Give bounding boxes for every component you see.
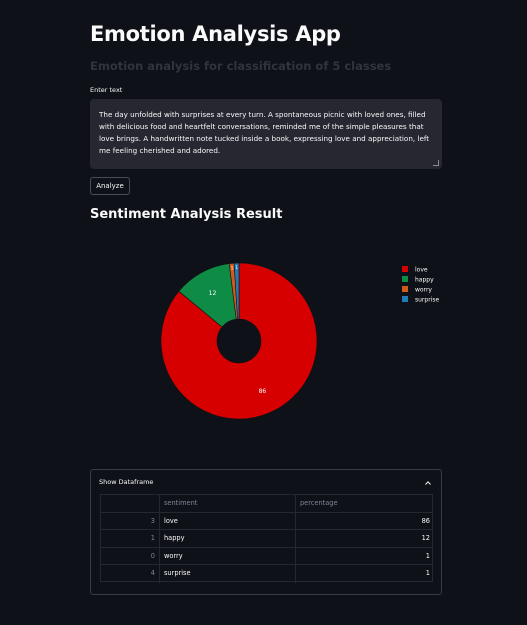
legend-item-worry[interactable]: worry <box>402 286 432 294</box>
table-row[interactable]: 3 love 86 <box>101 512 434 531</box>
index-header <box>101 495 159 513</box>
app-title: Emotion Analysis App <box>90 22 341 46</box>
table-row[interactable]: 1 happy 12 <box>101 530 432 548</box>
analyze-button[interactable]: Analyze <box>90 177 130 195</box>
row-index: 1 <box>150 534 155 543</box>
text-input-value: The day unfolded with surprises at every… <box>99 110 430 155</box>
pie-slices <box>160 262 318 420</box>
legend-item-surprise[interactable]: surprise <box>402 296 439 304</box>
data-label-love: 86 <box>259 388 267 395</box>
legend-item-happy[interactable]: happy <box>402 276 434 284</box>
chevron-up-icon[interactable] <box>425 480 431 486</box>
sentiment-cell[interactable]: love <box>159 512 295 531</box>
row-index: 3 <box>150 516 155 525</box>
legend-swatch <box>402 276 408 282</box>
result-title: Sentiment Analysis Result <box>90 207 283 222</box>
legend-swatch <box>402 286 408 292</box>
legend-label: surprise <box>415 297 439 304</box>
data-label-surprise: 1 <box>235 265 238 271</box>
dataframe-expander[interactable]: Show Dataframe sentiment percentage 3 lo… <box>90 469 442 595</box>
data-label-happy: 12 <box>209 290 217 297</box>
resize-handle-icon[interactable] <box>433 160 439 166</box>
legend-label: happy <box>415 277 434 284</box>
sentiment-cell[interactable]: worry <box>159 547 295 566</box>
sentiment-cell[interactable]: happy <box>159 530 295 548</box>
legend-swatch <box>402 296 408 302</box>
expander-label[interactable]: Show Dataframe <box>99 478 153 486</box>
app-subtitle: Emotion analysis for classification of 5… <box>90 59 392 73</box>
table-row[interactable]: 0 worry 1 <box>101 547 434 566</box>
table-row[interactable]: 4 surprise 1 <box>101 565 432 583</box>
percentage-cell[interactable]: 1 <box>295 547 434 566</box>
column-header-sentiment[interactable]: sentiment <box>159 495 295 513</box>
table-header-row: sentiment percentage <box>101 495 432 513</box>
data-label-worry: 1 <box>231 265 234 271</box>
text-input-area[interactable]: The day unfolded with surprises at every… <box>90 99 442 169</box>
sentiment-pie-chart: 86 12 1 1 love happy worry surprise <box>160 262 439 420</box>
sentiment-cell[interactable]: surprise <box>159 565 295 583</box>
row-index: 0 <box>150 551 155 560</box>
percentage-cell[interactable]: 12 <box>295 530 434 548</box>
legend-label: worry <box>415 287 432 294</box>
percentage-cell[interactable]: 1 <box>295 565 434 583</box>
column-header-percentage[interactable]: percentage <box>295 495 434 513</box>
dataframe-table[interactable]: sentiment percentage 3 love 86 1 happy 1… <box>100 494 434 583</box>
row-index: 4 <box>150 569 155 578</box>
text-input-label: Enter text <box>90 86 123 94</box>
legend-label: love <box>415 267 428 274</box>
percentage-cell[interactable]: 86 <box>295 512 434 531</box>
legend-item-love[interactable]: love <box>402 266 428 274</box>
legend-swatch <box>402 266 408 272</box>
chart-legend[interactable]: love happy worry surprise <box>402 266 439 304</box>
